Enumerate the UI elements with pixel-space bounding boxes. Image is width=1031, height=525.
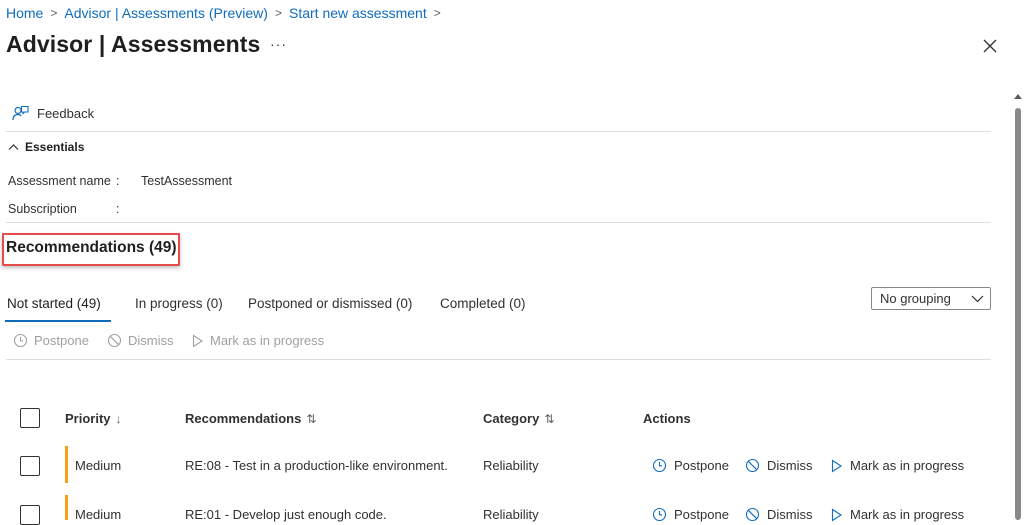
priority-indicator xyxy=(65,446,68,483)
priority-indicator xyxy=(65,495,68,520)
tab-postponed-or-dismissed[interactable]: Postponed or dismissed (0) xyxy=(248,296,412,311)
sort-icon: ⇅ xyxy=(306,411,317,426)
recommendations-header-label: Recommendations xyxy=(185,411,302,426)
chevron-right-icon: > xyxy=(50,6,58,20)
postpone-label: Postpone xyxy=(34,333,89,348)
clock-icon xyxy=(13,333,28,348)
row-mark-label: Mark as in progress xyxy=(850,458,965,473)
row-priority: Medium xyxy=(75,458,122,473)
play-icon xyxy=(830,458,843,473)
row-mark-in-progress-button[interactable]: Mark as in progress xyxy=(830,458,964,473)
prohibited-icon xyxy=(107,333,122,348)
priority-column-header[interactable]: Priority ↓ xyxy=(65,411,122,426)
subscription-label: Subscription xyxy=(8,202,77,216)
clock-icon xyxy=(652,458,667,473)
recommendation-link[interactable]: RE:08 - Test in a production-like enviro… xyxy=(185,458,448,473)
select-all-checkbox[interactable] xyxy=(20,408,40,428)
row-postpone-label: Postpone xyxy=(674,458,729,473)
divider xyxy=(6,359,991,360)
chevron-right-icon: > xyxy=(274,6,282,20)
divider xyxy=(6,131,991,132)
feedback-label: Feedback xyxy=(37,106,95,121)
breadcrumb: Home > Advisor | Assessments (Preview) >… xyxy=(6,4,442,22)
dismiss-label: Dismiss xyxy=(128,333,174,348)
recommendations-column-header[interactable]: Recommendations ⇅ xyxy=(185,411,316,426)
breadcrumb-advisor-assessments[interactable]: Advisor | Assessments (Preview) xyxy=(64,5,268,21)
sort-descending-icon: ↓ xyxy=(115,411,122,426)
mark-in-progress-button[interactable]: Mark as in progress xyxy=(191,333,324,348)
play-icon xyxy=(191,333,204,348)
postpone-button[interactable]: Postpone xyxy=(13,333,89,348)
essentials-label: Essentials xyxy=(25,140,85,154)
active-tab-indicator xyxy=(5,320,111,322)
mark-in-progress-label: Mark as in progress xyxy=(210,333,325,348)
play-icon xyxy=(830,507,843,522)
subscription-colon: : xyxy=(116,202,120,216)
page-title: Advisor | Assessments xyxy=(6,31,261,57)
scroll-up-arrow-icon[interactable] xyxy=(1013,92,1023,100)
actions-column-header: Actions xyxy=(643,411,691,426)
feedback-icon xyxy=(12,105,29,122)
category-header-label: Category xyxy=(483,411,540,426)
prohibited-icon xyxy=(745,458,760,473)
assessment-name-value: TestAssessment xyxy=(141,174,233,188)
row-checkbox[interactable] xyxy=(20,456,40,476)
recommendations-heading: Recommendations (49) xyxy=(6,239,177,256)
divider xyxy=(6,222,991,223)
sort-icon: ⇅ xyxy=(544,411,555,426)
row-dismiss-button[interactable]: Dismiss xyxy=(745,458,813,473)
grouping-dropdown[interactable]: No grouping xyxy=(871,287,991,310)
more-options-button[interactable]: ··· xyxy=(270,36,287,52)
chevron-down-icon xyxy=(971,295,984,303)
row-postpone-button[interactable]: Postpone xyxy=(652,458,729,473)
assessment-name-label: Assessment name xyxy=(8,174,111,188)
essentials-toggle[interactable]: Essentials xyxy=(8,140,84,154)
grouping-selected: No grouping xyxy=(880,291,951,306)
scrollbar-thumb[interactable] xyxy=(1015,108,1021,520)
category-column-header[interactable]: Category ⇅ xyxy=(483,411,554,426)
actions-header-label: Actions xyxy=(643,411,691,426)
assessment-name-colon: : xyxy=(116,174,120,188)
breadcrumb-home[interactable]: Home xyxy=(6,5,43,21)
row-category: Reliability xyxy=(483,458,539,473)
breadcrumb-start-new-assessment[interactable]: Start new assessment xyxy=(289,5,427,21)
close-icon[interactable] xyxy=(982,38,998,54)
priority-header-label: Priority xyxy=(65,411,111,426)
tab-completed[interactable]: Completed (0) xyxy=(440,296,526,311)
row-dismiss-label: Dismiss xyxy=(767,458,813,473)
chevron-right-icon: > xyxy=(433,6,441,20)
row-checkbox[interactable] xyxy=(20,505,40,525)
tab-in-progress[interactable]: In progress (0) xyxy=(135,296,223,311)
dismiss-button[interactable]: Dismiss xyxy=(107,333,174,348)
tab-not-started[interactable]: Not started (49) xyxy=(7,296,101,311)
feedback-button[interactable]: Feedback xyxy=(12,105,94,122)
chevron-up-icon xyxy=(8,142,19,153)
